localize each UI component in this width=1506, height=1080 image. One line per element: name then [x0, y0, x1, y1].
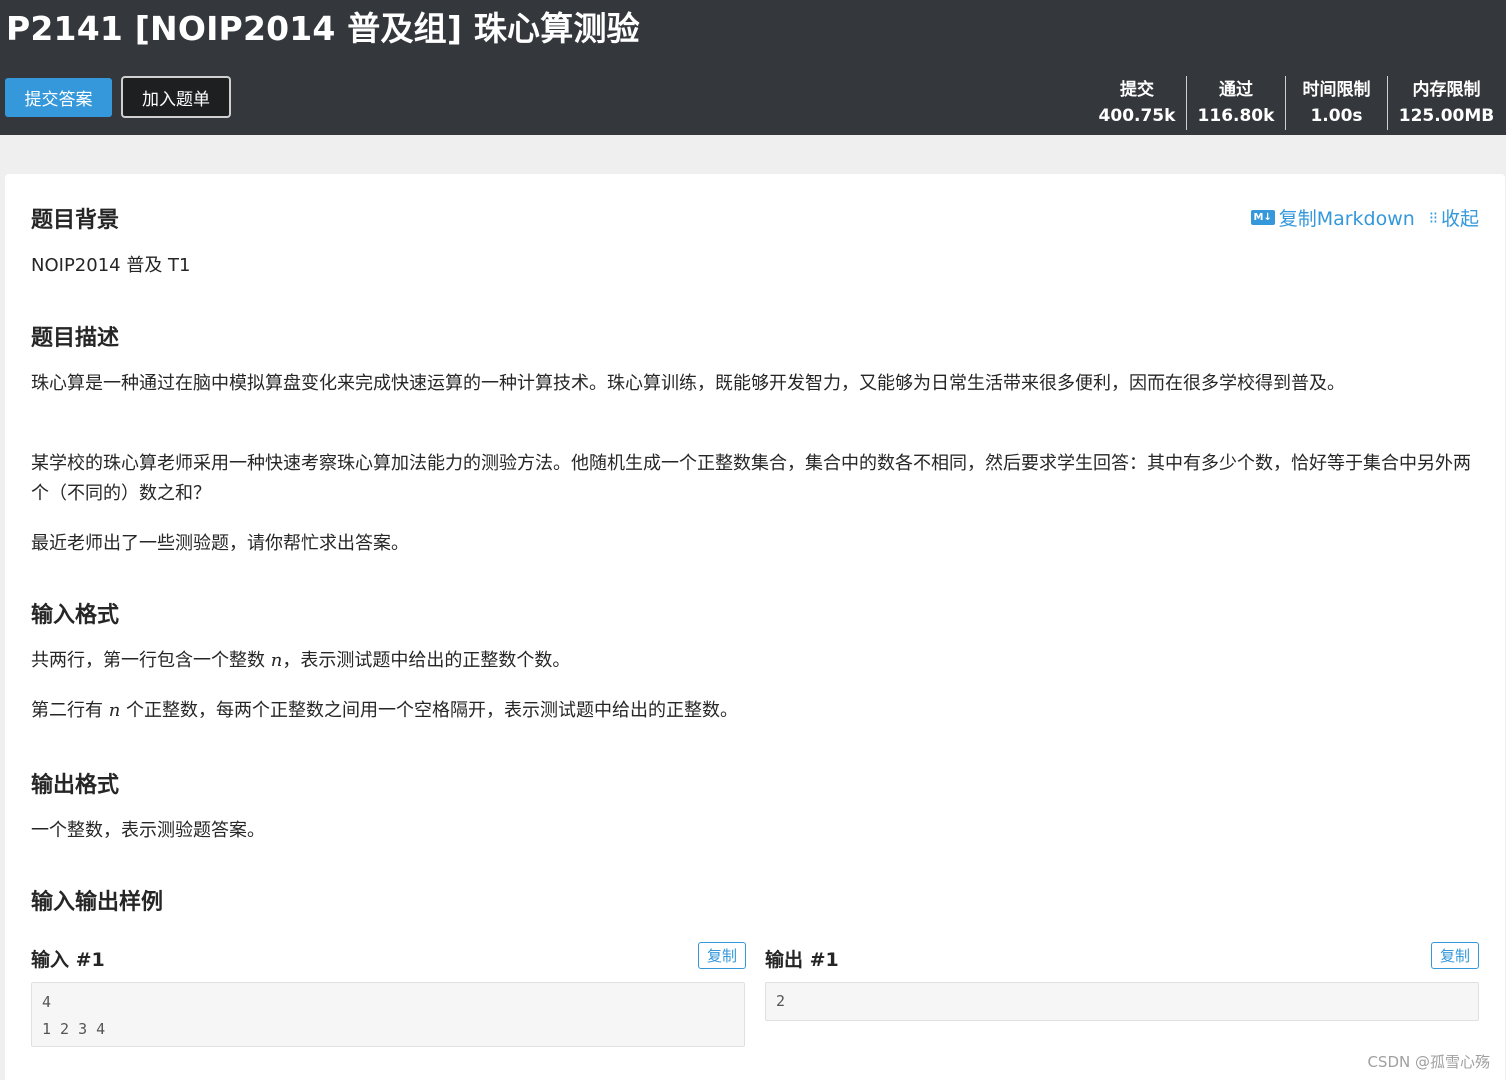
math-variable-n: n — [108, 700, 121, 721]
submit-answer-button[interactable]: 提交答案 — [5, 78, 112, 117]
stat-label: 通过 — [1219, 80, 1253, 100]
collapse-button[interactable]: ⁝⁝ 收起 — [1429, 204, 1479, 231]
markdown-icon: M↓ — [1250, 210, 1275, 225]
section-heading-description: 题目描述 — [31, 326, 120, 351]
stat-value: 125.00MB — [1398, 106, 1495, 126]
copy-markdown-button[interactable]: M↓ 复制Markdown — [1250, 204, 1415, 231]
background-text: NOIP2014 普及 T1 — [31, 255, 191, 276]
collapse-icon: ⁝⁝ — [1428, 208, 1438, 227]
output-format-text: 一个整数，表示测验题答案。 — [31, 820, 265, 841]
stat-value: 1.00s — [1310, 106, 1363, 126]
input-format-paragraph-1: 共两行，第一行包含一个整数 n，表示测试题中给出的正整数个数。 — [31, 646, 1479, 676]
input-format-text: 共两行，第一行包含一个整数 — [31, 650, 271, 671]
stat-memory-limit: 内存限制 125.00MB — [1387, 76, 1505, 130]
stat-label: 提交 — [1120, 80, 1154, 100]
section-heading-background: 题目背景 — [31, 208, 120, 233]
input-format-paragraph-2: 第二行有 n 个正整数，每两个正整数之间用一个空格隔开，表示测试题中给出的正整数… — [31, 696, 1479, 726]
description-paragraph-3: 最近老师出了一些测验题，请你帮忙求出答案。 — [31, 533, 409, 554]
input-format-text: 第二行有 — [31, 700, 109, 721]
input-format-text: ，表示测试题中给出的正整数个数。 — [282, 650, 571, 671]
stat-value: 400.75k — [1098, 106, 1176, 126]
stat-accepted: 通过 116.80k — [1186, 76, 1285, 130]
description-paragraph-2: 某学校的珠心算老师采用一种快速考察珠心算加法能力的测验方法。他随机生成一个正整数… — [31, 453, 1471, 504]
copy-input-button[interactable]: 复制 — [698, 942, 746, 969]
collapse-label: 收起 — [1440, 208, 1479, 230]
add-to-list-button[interactable]: 加入题单 — [121, 76, 231, 118]
math-variable-n: n — [270, 650, 283, 671]
watermark: CSDN @孤雪心殇 — [1367, 1053, 1490, 1071]
sample-output-label: 输出 #1 — [765, 949, 839, 971]
input-format-text: 个正整数，每两个正整数之间用一个空格隔开，表示测试题中给出的正整数。 — [120, 700, 739, 721]
sample-output-box[interactable]: 2 — [765, 982, 1479, 1021]
page-title: P2141 [NOIP2014 普及组] 珠心算测验 — [6, 9, 640, 48]
card-actions: M↓ 复制Markdown ⁝⁝ 收起 — [1250, 204, 1479, 231]
problem-stats: 提交 400.75k 通过 116.80k 时间限制 1.00s 内存限制 12… — [1088, 76, 1506, 130]
problem-header: P2141 [NOIP2014 普及组] 珠心算测验 提交答案 加入题单 提交 … — [0, 0, 1506, 135]
sample-input-label: 输入 #1 — [31, 949, 105, 971]
section-heading-samples: 输入输出样例 — [31, 890, 164, 915]
stat-value: 116.80k — [1197, 106, 1275, 126]
stat-submissions: 提交 400.75k — [1088, 76, 1186, 130]
copy-output-button[interactable]: 复制 — [1431, 942, 1479, 969]
section-heading-output-format: 输出格式 — [31, 773, 120, 798]
copy-markdown-label: 复制Markdown — [1278, 208, 1415, 230]
stat-label: 内存限制 — [1412, 80, 1481, 100]
stat-time-limit: 时间限制 1.00s — [1285, 76, 1387, 130]
section-heading-input-format: 输入格式 — [31, 603, 120, 628]
description-paragraph-1: 珠心算是一种通过在脑中模拟算盘变化来完成快速运算的一种计算技术。珠心算训练，既能… — [31, 373, 1345, 394]
problem-card: M↓ 复制Markdown ⁝⁝ 收起 题目背景 NOIP2014 普及 T1 … — [5, 174, 1505, 1080]
stat-label: 时间限制 — [1302, 80, 1371, 100]
sample-input-box[interactable]: 4 1 2 3 4 — [31, 982, 745, 1047]
